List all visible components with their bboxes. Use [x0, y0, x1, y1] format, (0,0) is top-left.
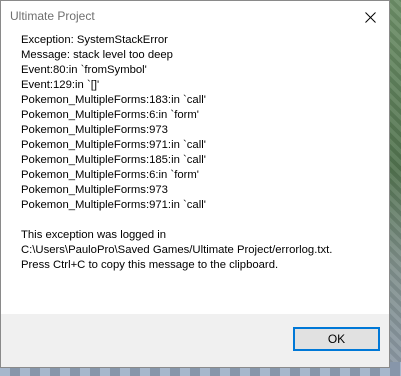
close-icon — [364, 11, 376, 23]
error-message: Exception: SystemStackError Message: sta… — [21, 33, 381, 273]
message-line: This exception was logged in — [21, 229, 167, 241]
message-line: Pokemon_MultipleForms:971:in `call' — [21, 199, 206, 211]
close-button[interactable] — [351, 1, 389, 33]
message-line: Press Ctrl+C to copy this message to the… — [21, 259, 279, 271]
window-title: Ultimate Project — [10, 9, 95, 23]
message-line: Event:129:in `[]' — [21, 79, 100, 91]
button-bar: OK — [1, 314, 389, 367]
message-line: Pokemon_MultipleForms:6:in `form' — [21, 169, 199, 181]
message-line: Message: stack level too deep — [21, 49, 173, 61]
message-line: Pokemon_MultipleForms:973 — [21, 124, 168, 136]
message-line: Pokemon_MultipleForms:971:in `call' — [21, 139, 206, 151]
message-line: Pokemon_MultipleForms:6:in `form' — [21, 109, 199, 121]
message-line: Exception: SystemStackError — [21, 34, 168, 46]
message-line: Pokemon_MultipleForms:973 — [21, 184, 168, 196]
message-line: C:\Users\PauloPro\Saved Games/Ultimate P… — [21, 244, 333, 256]
message-line: Pokemon_MultipleForms:185:in `call' — [21, 154, 206, 166]
title-bar[interactable]: Ultimate Project — [1, 1, 389, 33]
message-line: Pokemon_MultipleForms:183:in `call' — [21, 94, 206, 106]
message-line: Event:80:in `fromSymbol' — [21, 64, 147, 76]
ok-button[interactable]: OK — [293, 327, 380, 351]
error-dialog: Ultimate Project Exception: SystemStackE… — [0, 0, 390, 368]
